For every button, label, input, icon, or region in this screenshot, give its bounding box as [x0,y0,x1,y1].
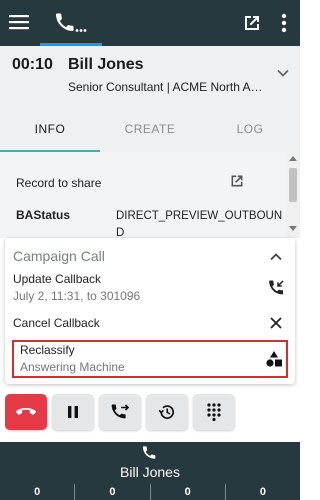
scroll-up-arrow-icon[interactable] [289,156,297,161]
record-to-share-label: Record to share [16,176,102,190]
phone-tab[interactable] [40,0,102,46]
reclassify-value: Answering Machine [20,360,125,374]
call-controls [0,394,300,434]
campaign-call-panel: Campaign Call Update Callback July 2, 11… [5,238,295,384]
scroll-down-arrow-icon[interactable] [289,226,297,231]
caller-subtitle: Senior Consultant | ACME North America [68,80,268,94]
scroll-thumb[interactable] [289,168,297,202]
tab-info[interactable]: INFO [0,106,100,152]
footer-stat: 0 [75,484,151,500]
top-bar [0,0,300,46]
phone-icon [141,445,159,461]
footer-stat: 0 [0,484,76,500]
footer-stat: 0 [259,486,266,498]
chevron-down-icon[interactable] [276,66,290,80]
callback-icon[interactable] [267,279,285,297]
reclassify-row[interactable]: Reclassify Answering Machine [12,340,288,378]
phone-icon [56,13,87,32]
call-timer: 00:10 [12,56,53,73]
ba-status-value: DIRECT_PREVIEW_OUTBOUND [116,210,283,238]
open-in-new-icon[interactable] [230,174,246,190]
call-end-icon [15,408,37,415]
caller-name: Bill Jones [68,56,144,73]
shapes-icon[interactable] [265,350,283,368]
more-vert-icon[interactable] [278,12,290,34]
tab-log[interactable]: LOG [200,106,300,152]
info-scrollbar[interactable] [286,152,300,238]
hangup-button[interactable] [5,394,47,430]
footer-stats: 0 0 0 0 [0,484,300,500]
update-callback-label: Update Callback [13,272,102,286]
chevron-up-icon[interactable] [269,250,283,264]
open-in-new-icon[interactable] [242,13,262,33]
hamburger-menu-icon[interactable] [8,13,30,31]
campaign-title: Campaign Call [13,248,105,264]
tab-create[interactable]: CREATE [100,106,200,152]
transfer-button[interactable] [99,394,141,430]
reclassify-label: Reclassify [20,343,75,357]
footer-caller-name: Bill Jones [120,464,180,480]
footer-stat: 0 [151,484,226,500]
dialpad-button[interactable] [193,394,235,430]
info-panel: Record to share BAStatus DIRECT_PREVIEW_… [0,152,300,238]
active-call-footer[interactable]: Bill Jones 0 0 0 0 [0,442,300,500]
hold-button[interactable] [52,394,94,430]
history-icon [158,405,175,419]
close-icon[interactable] [267,314,285,332]
cancel-callback-label: Cancel Callback [13,316,100,330]
tab-bar: INFO CREATE LOG [0,106,300,152]
phone-forward-icon [111,404,130,419]
dialpad-icon [207,403,221,421]
call-header: 00:10 Bill Jones Senior Consultant | ACM… [0,46,300,106]
update-callback-detail: July 2, 11:31, to 301096 [13,289,141,303]
history-button[interactable] [146,394,188,430]
ba-status-label: BAStatus [16,208,71,222]
pause-icon [68,406,78,418]
